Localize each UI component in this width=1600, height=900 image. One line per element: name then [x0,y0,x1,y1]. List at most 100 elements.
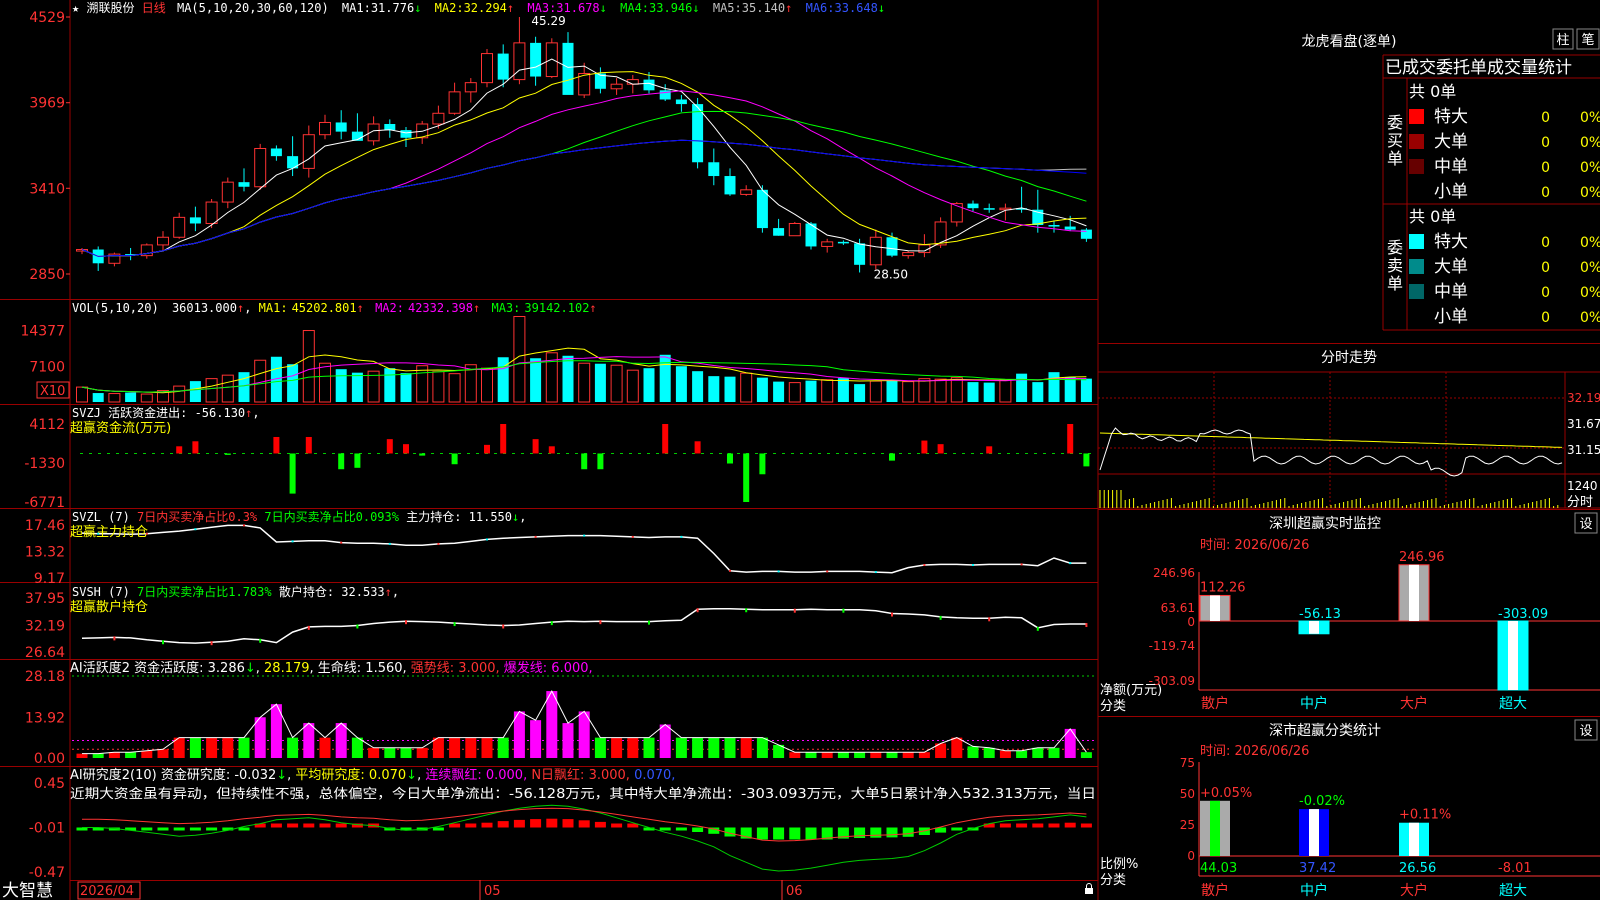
ai1-comma-1: , [256,661,264,676]
ai2-bar [789,827,801,840]
ai2-bar [546,818,558,828]
volume-bar [416,365,429,403]
candle-body [950,203,963,223]
svzj-bar [694,441,701,454]
ai1-bar [1016,750,1028,758]
intraday-label-unit: 分时 [1567,495,1593,510]
svsh-point [599,620,602,625]
svzl-point [243,524,245,527]
candle-body [562,42,574,95]
monitor1-bar-超大 [1497,620,1529,691]
ai2-bar [206,827,218,831]
ai1-bar [432,737,444,758]
svsh-point [259,638,262,643]
monitor2-time: 时间: 2026/06/26 [1200,744,1309,759]
svsh-params: SVSH (7) [72,585,137,599]
svzl-subtitle: 超赢主力持仓 [70,524,148,540]
volume-bar [1032,382,1044,402]
ai1-bar [416,747,428,758]
vol-ma3-label: MA3: [491,301,520,315]
svzl-point [777,570,780,573]
svzj-bar [484,444,490,454]
volume-bar [950,377,963,403]
ai1-bar [870,752,882,758]
monitor1-settings-label[interactable]: 设 [1579,517,1592,532]
sell-row-pct: 0% [1580,310,1600,326]
candle-body [319,121,331,136]
volume-bar [999,379,1012,403]
svsh-comma: , [392,585,399,599]
sell-row-count: 0 [1541,310,1550,326]
svzj-bar [305,436,312,454]
svsh-point [988,617,991,622]
monitor1-category-label: 大户 [1400,695,1428,712]
candle-body [530,42,542,77]
volume-bar [788,382,801,403]
intraday-title: 分时走势 [1321,350,1377,366]
monitor1-bar-highlight [1508,621,1518,690]
candle-body [254,147,267,188]
candle-body [788,222,801,237]
stock-chart[interactable]: 45.29 28.50 4529 3969 3410 2850 14377 7100 4112 -… [0,0,1600,900]
svzl-point [826,570,829,573]
svzj-bar [548,446,555,454]
monitor2-value-label: 26.56 [1399,861,1436,876]
ai2-bar [465,823,477,828]
candle-body [837,241,849,244]
volume-bar [1016,373,1028,402]
candle-body [886,237,898,256]
svzj-subtitle: 超赢资金流(万元) [70,420,171,436]
ai1-activity: AI活跃度2 资金活跃度: 3.286 [70,660,245,676]
ai1-burst-line: 爆发线: 6.000 [504,660,589,676]
month-label-05: 05 [484,884,501,899]
volume-bar [140,393,153,403]
monitor1-value-label: -303.09 [1498,607,1548,622]
svzl-axis-tick: 13.32 [25,544,65,560]
monitor2-settings-label[interactable]: 设 [1579,724,1592,739]
ai1-bar [1032,747,1044,758]
ai2-bar [270,823,282,828]
candle-body [335,122,347,132]
ai1-bar [157,749,169,758]
ai1-bar [756,737,768,758]
svzl-position: 主力持仓: 11.550 [406,509,512,524]
monitor1-bar-中户 [1298,620,1330,635]
svsh-point [1036,626,1039,631]
ai1-bar [708,737,720,758]
tick-mode-label[interactable]: 笔 [1581,32,1594,48]
ai1-bar [983,747,995,758]
monitor2-category-label: 中户 [1300,882,1328,899]
vol-multiplier: X10 [40,384,65,399]
svzl-point [923,564,926,567]
ai2-comma-2: , [417,768,425,783]
volume-bar [173,385,186,403]
bar-mode-label[interactable]: 柱 [1556,33,1569,48]
candle-body [983,208,995,210]
ai1-bar [287,737,299,758]
candle-body [270,148,282,157]
ai1-bar [530,720,542,758]
ai2-axis-tick: -0.01 [29,821,65,837]
svzl-point [1069,562,1072,565]
ai1-arrow: ↓ [245,661,256,676]
candle-body [708,162,720,177]
svzj-bar [451,453,458,465]
monitor1-value-label: -56.13 [1299,607,1341,622]
lock-icon[interactable] [1085,883,1093,895]
period-label[interactable]: 日线 [142,1,166,15]
svsh-point [793,608,796,613]
ai2-comma-4: , [626,768,634,783]
ai1-bar [189,737,201,758]
sell-row-pct: 0% [1580,260,1600,276]
ai2-bar [578,820,590,828]
price-axis-tick: 4529 [29,10,65,26]
candle-body [545,42,558,78]
svzl-point [291,540,294,543]
ai1-axis-tick: 0.00 [34,751,65,767]
ai1-bar [675,737,687,758]
svsh-point [356,624,359,629]
candle-body [869,236,882,266]
ai2-bar [173,827,185,831]
ai1-comma-5: , [589,661,593,676]
candle-body [173,216,186,238]
